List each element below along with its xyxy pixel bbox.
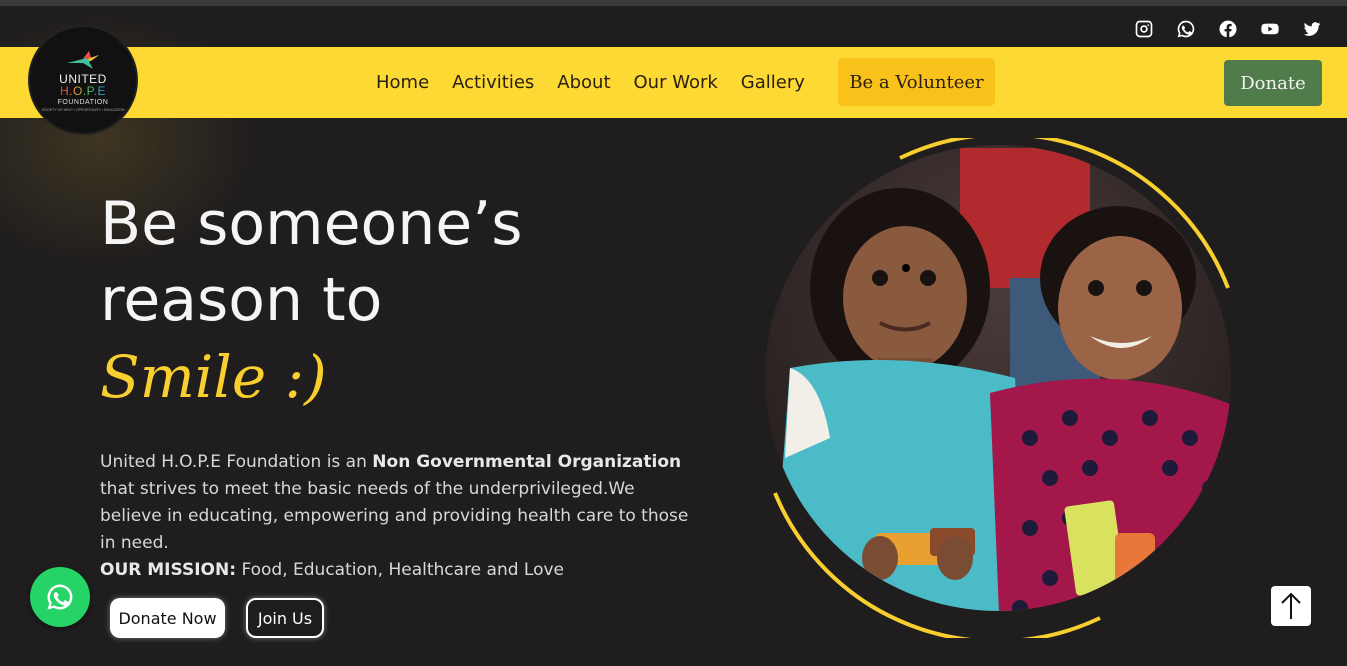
nav-links: Home Activities About Our Work Gallery	[376, 47, 805, 118]
arrow-up-icon	[1281, 592, 1301, 619]
scroll-to-top-button[interactable]	[1271, 586, 1311, 626]
hero-heading-line2: reason to	[100, 265, 383, 335]
logo-text-foundation: FOUNDATION	[57, 99, 109, 106]
donate-now-button[interactable]: Donate Now	[110, 598, 225, 638]
hero-heading-smile: Smile :)	[100, 343, 327, 411]
facebook-icon[interactable]	[1217, 18, 1239, 40]
mission-label: OUR MISSION:	[100, 560, 237, 580]
social-links	[1133, 18, 1323, 40]
whatsapp-chat-button[interactable]	[30, 567, 90, 627]
youtube-icon[interactable]	[1259, 18, 1281, 40]
hero-heading: Be someone’s reason to Smile :)	[100, 186, 522, 416]
volunteer-button[interactable]: Be a Volunteer	[838, 58, 995, 106]
mission-text: Food, Education, Healthcare and Love	[236, 560, 565, 580]
nav-gallery[interactable]: Gallery	[741, 72, 805, 93]
hero-description: United H.O.P.E Foundation is an Non Gove…	[100, 449, 700, 584]
hummingbird-icon	[67, 51, 99, 69]
desc-text-1: United H.O.P.E Foundation is an	[100, 452, 373, 472]
logo-tagline: SOCIETY OF HELP • OPPORTUNITY • EDUCATIO…	[41, 108, 125, 112]
twitter-icon[interactable]	[1301, 18, 1323, 40]
hero-photo	[760, 132, 1240, 644]
instagram-icon[interactable]	[1133, 18, 1155, 40]
nav-about[interactable]: About	[557, 72, 610, 93]
browser-top-line	[0, 0, 1347, 6]
desc-text-2: that strives to meet the basic needs of …	[100, 479, 689, 553]
navbar: Home Activities About Our Work Gallery B…	[0, 47, 1347, 118]
logo-text-hope: H.O.P.E	[60, 84, 106, 98]
join-us-button[interactable]: Join Us	[246, 598, 324, 638]
nav-our-work[interactable]: Our Work	[634, 72, 718, 93]
nav-home[interactable]: Home	[376, 72, 429, 93]
donate-button[interactable]: Donate	[1224, 60, 1322, 106]
desc-bold-ngo: Non Governmental Organization	[372, 452, 682, 472]
hero-heading-line1: Be someone’s	[100, 189, 523, 259]
whatsapp-icon	[47, 584, 73, 610]
whatsapp-icon[interactable]	[1175, 18, 1197, 40]
logo[interactable]: UNITED H.O.P.E FOUNDATION SOCIETY OF HEL…	[30, 27, 136, 133]
nav-activities[interactable]: Activities	[452, 72, 534, 93]
